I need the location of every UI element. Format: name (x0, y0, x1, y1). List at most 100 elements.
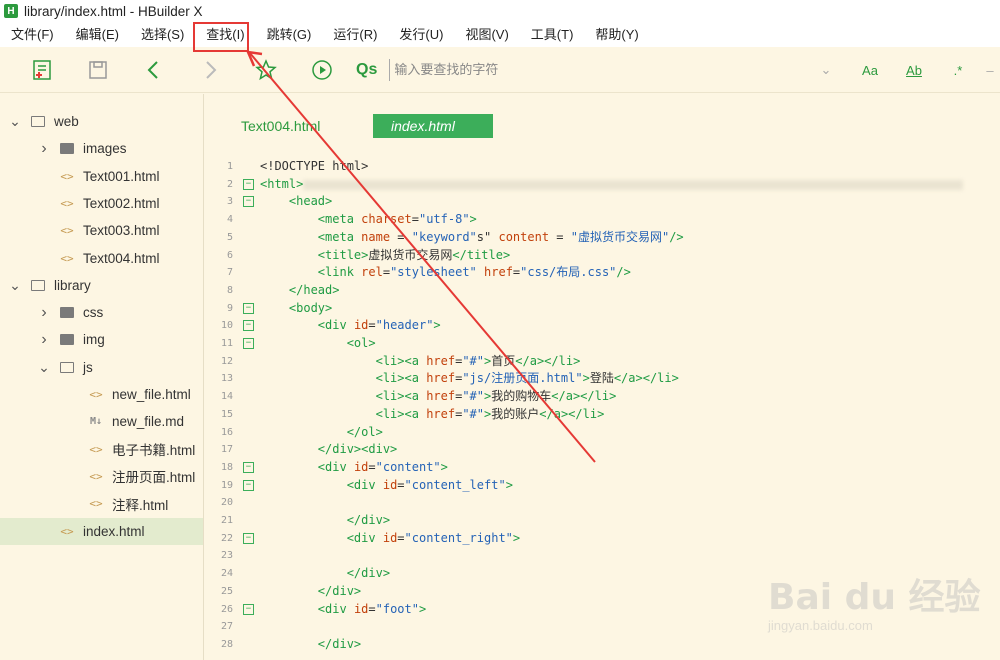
code-text: <head> (288, 194, 333, 209)
code-text: <link rel="stylesheet" href="css/布局.css"… (317, 265, 631, 280)
fold-toggle-icon[interactable]: − (243, 338, 254, 349)
menu-item-7[interactable]: 视图(V) (454, 22, 519, 47)
sidebar-item-1[interactable]: › images (0, 135, 203, 162)
save-button[interactable] (70, 47, 126, 93)
html-file-icon: <> (60, 196, 74, 210)
code-text: <div id="content_right"> (346, 530, 521, 545)
fold-toggle-icon[interactable]: − (243, 320, 254, 332)
line-number: 21 (220, 515, 233, 526)
fold-toggle-icon[interactable]: − (243, 302, 254, 314)
menu-item-0[interactable]: 文件(F) (0, 22, 65, 47)
watermark-main: Bai du 经验 (768, 577, 981, 618)
fold-toggle-icon[interactable]: − (243, 532, 254, 544)
sidebar-item-10[interactable]: <> new_file.html (0, 381, 203, 408)
folder-icon (60, 307, 74, 319)
sidebar-item-4[interactable]: <> Text003.html (0, 217, 203, 244)
sidebar-item-7[interactable]: › css (0, 299, 203, 326)
back-button[interactable] (126, 47, 182, 93)
menu-item-5[interactable]: 运行(R) (322, 22, 388, 47)
run-button[interactable] (294, 47, 350, 93)
new-file-button[interactable] (14, 47, 70, 93)
sidebar-item-label: Text004.html (83, 250, 160, 266)
code-line: 8 </head> (205, 282, 1000, 300)
menu-item-8[interactable]: 工具(T) (520, 22, 585, 47)
code-text: <html> (260, 176, 304, 191)
sidebar-item-3[interactable]: <> Text002.html (0, 190, 203, 217)
sidebar-item-8[interactable]: › img (0, 326, 203, 353)
favorite-button[interactable] (238, 47, 294, 93)
chevron-down-icon: ⌄ (38, 358, 50, 375)
sidebar-item-0[interactable]: ⌄ web (0, 108, 203, 135)
sidebar-item-label: css (83, 305, 104, 321)
code-text: <div id="content"> (317, 459, 448, 474)
html-file-icon: <> (60, 524, 74, 538)
fold-toggle-icon[interactable]: − (243, 461, 254, 473)
sidebar-item-5[interactable]: <> Text004.html (0, 245, 203, 272)
line-number: 28 (220, 638, 233, 650)
menu-item-2[interactable]: 选择(S) (130, 22, 195, 47)
watermark-sub: jingyan.baidu.com (768, 618, 873, 633)
code-text: </div><div> (317, 442, 398, 457)
code-line: 21 </div> (205, 512, 1000, 530)
sidebar-item-label: 注册页面.html (112, 470, 196, 486)
sidebar-item-label: new_file.md (112, 414, 185, 430)
code-text: </div> (346, 566, 391, 581)
tab-text004[interactable]: Text004.html (223, 114, 338, 138)
code-line: 14 <li><a href="#">我的购物车</a></li> (205, 388, 1000, 406)
menu-item-4[interactable]: 跳转(G) (256, 22, 323, 47)
markdown-file-icon: M↓ (89, 416, 103, 428)
whole-word-toggle[interactable]: Ab (892, 47, 936, 93)
line-number: 13 (220, 373, 233, 385)
fold-toggle-icon[interactable]: − (243, 603, 254, 615)
save-icon (89, 60, 107, 79)
tab-index[interactable]: index.html (373, 114, 493, 138)
match-case-toggle[interactable]: Aa (848, 47, 892, 93)
project-folder-icon (31, 116, 45, 127)
code-line: 3− <head> (205, 193, 1000, 211)
regex-toggle[interactable]: .* (936, 47, 980, 93)
whole-word-label: Ab (906, 62, 922, 78)
html-file-icon: <> (89, 469, 103, 483)
sidebar-item-label: index.html (83, 523, 145, 539)
line-number: 3 (226, 196, 233, 208)
menu-item-1[interactable]: 编辑(E) (65, 22, 130, 47)
search-dropdown-button[interactable]: ⌄ (804, 47, 848, 93)
sidebar-item-15[interactable]: <> index.html (0, 517, 203, 545)
search-options: ⌄ Aa Ab .* – (804, 47, 1000, 93)
fold-toggle-icon[interactable]: − (243, 196, 254, 208)
sidebar-item-6[interactable]: ⌄ library (0, 272, 203, 299)
sidebar-item-label: Text002.html (83, 195, 160, 211)
line-number: 22 (220, 532, 233, 544)
sidebar-item-13[interactable]: <> 注册页面.html (0, 463, 203, 490)
code-line: 7 <link rel="stylesheet" href="css/布局.cs… (205, 264, 1000, 282)
html-file-icon: <> (60, 251, 74, 265)
chevron-right-icon (206, 60, 217, 79)
sidebar-item-2[interactable]: <> Text001.html (0, 163, 203, 190)
line-number: 12 (220, 355, 233, 367)
menu-item-9[interactable]: 帮助(Y) (584, 22, 649, 47)
line-number: 23 (220, 550, 233, 562)
search-input[interactable] (389, 58, 810, 81)
line-number: 7 (226, 267, 233, 279)
code-line: 20 (205, 494, 1000, 512)
forward-button[interactable] (182, 47, 238, 93)
html-file-icon: <> (60, 169, 74, 183)
fold-toggle-icon[interactable]: − (243, 178, 254, 190)
code-text: </ol> (346, 424, 383, 439)
sidebar-item-14[interactable]: <> 注释.html (0, 490, 203, 517)
sidebar-item-12[interactable]: <> 电子书籍.html (0, 436, 203, 463)
new-file-icon (33, 59, 51, 80)
sidebar-item-11[interactable]: M↓ new_file.md (0, 408, 203, 435)
more-options-button[interactable]: – (980, 47, 1000, 93)
chevron-down-icon: ⌄ (9, 113, 21, 129)
code-line: 12 <li><a href="#">首页</a></li> (205, 353, 1000, 371)
line-number: 26 (220, 603, 233, 615)
line-number: 17 (220, 444, 233, 456)
menu-item-6[interactable]: 发行(U) (388, 22, 454, 47)
fold-toggle-icon[interactable]: − (243, 479, 254, 491)
code-line: 11− <ol> (205, 335, 1000, 353)
sidebar-item-label: js (83, 359, 93, 375)
code-text: <meta name = "keyword"s" content = "虚拟货币… (317, 229, 684, 244)
html-file-icon: <> (89, 497, 103, 511)
sidebar-item-9[interactable]: ⌄ js (0, 354, 203, 381)
